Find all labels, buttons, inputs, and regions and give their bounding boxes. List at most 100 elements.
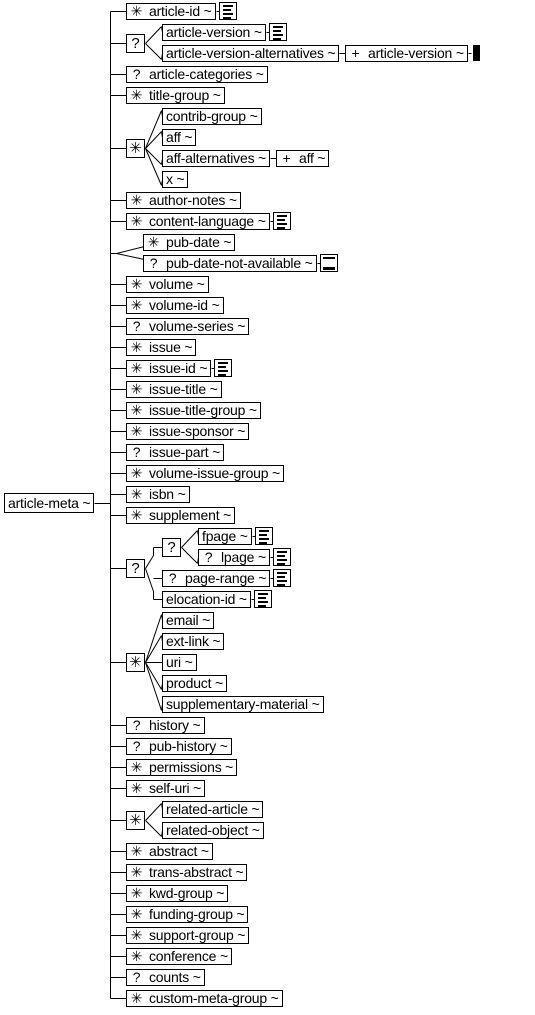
optional-sequence-compositor[interactable]: ?	[162, 538, 181, 557]
fan-line	[145, 568, 154, 592]
element-article-version-alternatives[interactable]: article-version-alternatives ~	[162, 45, 339, 62]
text-line-bar	[258, 605, 266, 607]
zero-or-more-icon: ✳	[130, 276, 143, 292]
fan-line	[145, 148, 162, 186]
element-email[interactable]: email ~	[162, 612, 214, 629]
element-aff-alternatives[interactable]: aff-alternatives ~	[162, 150, 270, 167]
zero-or-more-icon: ✳	[130, 780, 143, 796]
element-label: issue-sponsor ~	[149, 423, 246, 439]
element-label: uri ~	[166, 654, 193, 670]
element-trans-abstract[interactable]: ✳ trans-abstract ~	[126, 864, 247, 881]
element-issue-title-group[interactable]: ✳ issue-title-group ~	[126, 402, 261, 419]
element-content-language[interactable]: ✳ content-language ~	[126, 213, 270, 230]
element-counts[interactable]: ? counts ~	[126, 969, 205, 986]
element-label: product ~	[166, 675, 223, 691]
element-self-uri[interactable]: ✳ self-uri ~	[126, 780, 205, 797]
element-pub-history[interactable]: ? pub-history ~	[126, 738, 232, 755]
element-product[interactable]: product ~	[162, 675, 227, 692]
text-lines-icon	[254, 590, 272, 608]
element-author-notes[interactable]: ✳ author-notes ~	[126, 192, 241, 209]
element-pub-date[interactable]: ✳ pub-date ~	[143, 234, 235, 251]
text-lines-icon	[219, 2, 237, 20]
fan-line	[145, 26, 162, 44]
element-article-version[interactable]: article-version ~	[162, 24, 266, 41]
zero-or-more-icon: ✳	[130, 3, 143, 19]
zero-or-more-icon: ✳	[130, 87, 143, 103]
element-ext-link[interactable]: ext-link ~	[162, 633, 224, 650]
element-custom-meta-group[interactable]: ✳ custom-meta-group ~	[126, 990, 283, 1007]
text-line-bar	[277, 559, 287, 561]
element-history[interactable]: ? history ~	[126, 717, 205, 734]
element-article-version[interactable]: + article-version ~	[345, 45, 468, 62]
element-label: lpage ~	[221, 549, 266, 565]
element-abstract[interactable]: ✳ abstract ~	[126, 843, 213, 860]
repeat-sequence-compositor[interactable]: ✳	[126, 653, 145, 672]
element-article-categories[interactable]: ? article-categories ~	[126, 66, 268, 83]
zero-or-more-icon: ✳	[130, 948, 143, 964]
element-label: email ~	[166, 612, 211, 628]
element-support-group[interactable]: ✳ support-group ~	[126, 927, 249, 944]
zero-or-more-icon: ✳	[130, 864, 143, 880]
repeat-sequence-compositor[interactable]: ✳	[126, 811, 145, 830]
optional-icon: ?	[149, 255, 158, 271]
text-line-bar	[277, 576, 285, 578]
element-related-object[interactable]: related-object ~	[162, 822, 264, 839]
element-conference[interactable]: ✳ conference ~	[126, 948, 232, 965]
repeat-sequence-compositor[interactable]: ✳	[126, 139, 145, 158]
element-issue-sponsor[interactable]: ✳ issue-sponsor ~	[126, 423, 249, 440]
text-line-bar	[277, 563, 285, 565]
element-lpage[interactable]: ? lpage ~	[198, 549, 270, 566]
element-funding-group[interactable]: ✳ funding-group ~	[126, 906, 248, 923]
zero-or-more-icon: ✳	[130, 486, 143, 502]
element-isbn[interactable]: ✳ isbn ~	[126, 486, 190, 503]
element-uri[interactable]: uri ~	[162, 654, 197, 671]
element-label: article-version-alternatives ~	[166, 45, 336, 61]
one-or-more-icon: +	[282, 150, 291, 166]
optional-sequence-compositor[interactable]: ?	[126, 34, 145, 53]
element-issue-id[interactable]: ✳ issue-id ~	[126, 360, 211, 377]
text-line-bar	[218, 362, 228, 364]
element-fpage[interactable]: fpage ~	[198, 528, 252, 545]
element-page-range[interactable]: ? page-range ~	[162, 570, 270, 587]
element-aff[interactable]: aff ~	[162, 129, 196, 146]
element-issue[interactable]: ✳ issue ~	[126, 339, 196, 356]
zero-or-more-icon: ✳	[130, 990, 143, 1006]
element-permissions[interactable]: ✳ permissions ~	[126, 759, 237, 776]
zero-or-more-icon: ✳	[130, 423, 143, 439]
element-label: title-group ~	[149, 87, 221, 103]
optional-icon: ?	[168, 570, 177, 586]
element-article-id[interactable]: ✳ article-id ~	[126, 3, 216, 20]
fan-line	[145, 614, 162, 663]
element-label: custom-meta-group ~	[149, 990, 279, 1006]
element-label: isbn ~	[149, 486, 186, 502]
element-contrib-group[interactable]: contrib-group ~	[162, 108, 262, 125]
element-kwd-group[interactable]: ✳ kwd-group ~	[126, 885, 228, 902]
element-related-article[interactable]: related-article ~	[162, 801, 263, 818]
one-or-more-icon: +	[351, 45, 360, 61]
optional-icon: ?	[132, 318, 141, 334]
element-label: issue-id ~	[149, 360, 208, 376]
element-volume-id[interactable]: ✳ volume-id ~	[126, 297, 224, 314]
empty-bottom-bar	[323, 267, 335, 270]
element-volume-series[interactable]: ? volume-series ~	[126, 318, 249, 335]
text-line-bar	[259, 538, 269, 540]
element-title-group[interactable]: ✳ title-group ~	[126, 87, 225, 104]
element-label: content-language ~	[149, 213, 266, 229]
element-issue-title[interactable]: ✳ issue-title ~	[126, 381, 222, 398]
element-x[interactable]: x ~	[162, 171, 188, 188]
element-label: aff ~	[299, 150, 326, 166]
element-aff[interactable]: + aff ~	[276, 150, 329, 167]
element-label: page-range ~	[185, 570, 267, 586]
element-volume[interactable]: ✳ volume ~	[126, 276, 209, 293]
element-issue-part[interactable]: ? issue-part ~	[126, 444, 224, 461]
optional-sequence-compositor[interactable]: ?	[126, 559, 145, 578]
element-label: pub-date ~	[166, 234, 232, 250]
element-elocation-id[interactable]: elocation-id ~	[162, 591, 251, 608]
element-supplementary-material[interactable]: supplementary-material ~	[162, 696, 324, 713]
root-element-article-meta[interactable]: article-meta ~	[4, 493, 94, 513]
element-pub-date-not-available[interactable]: ? pub-date-not-available ~	[143, 255, 317, 272]
zero-or-more-icon: ✳	[130, 360, 143, 376]
element-supplement[interactable]: ✳ supplement ~	[126, 507, 235, 524]
element-volume-issue-group[interactable]: ✳ volume-issue-group ~	[126, 465, 284, 482]
fan-line	[181, 530, 198, 548]
